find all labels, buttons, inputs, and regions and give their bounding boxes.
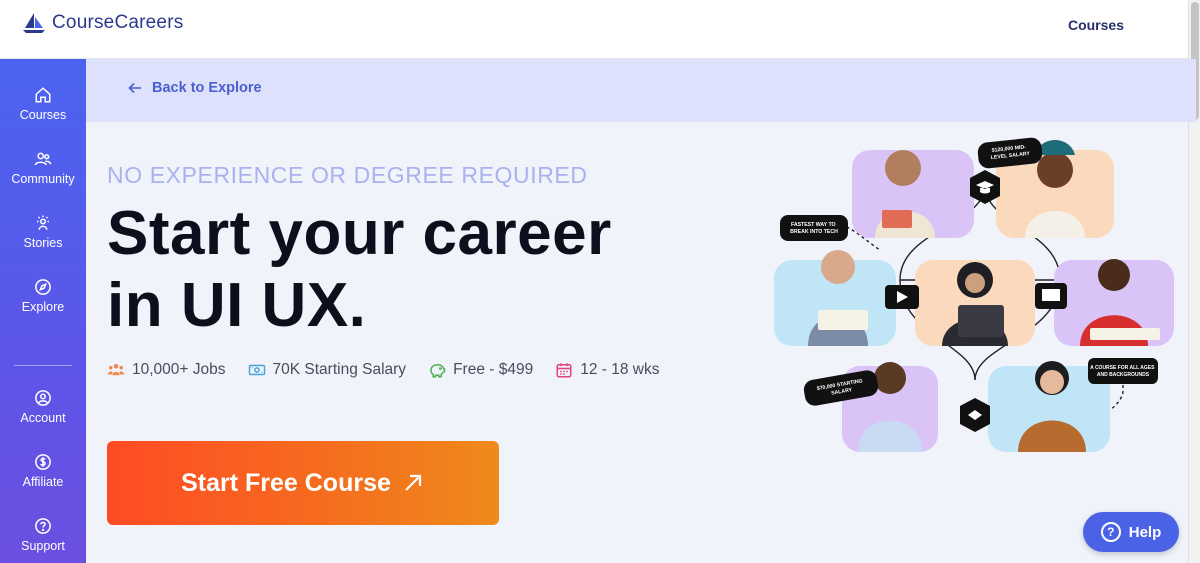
sidebar-item-label: Support	[21, 539, 65, 553]
dollar-icon	[35, 454, 51, 470]
monitor-badge-icon	[1035, 283, 1067, 309]
sidebar-divider	[14, 365, 72, 366]
help-question-icon: ?	[1100, 522, 1121, 542]
piggy-bank-icon	[430, 363, 446, 378]
sidebar-item-community[interactable]: Community	[0, 150, 86, 186]
sidebar-item-explore[interactable]: Explore	[0, 278, 86, 314]
arrow-up-right-icon	[405, 474, 421, 491]
sidebar-item-courses[interactable]: Courses	[0, 86, 86, 122]
graduation-cap-badge-icon	[970, 170, 1000, 204]
question-icon	[35, 518, 51, 534]
sidebar-item-label: Courses	[19, 108, 67, 122]
sidebar-item-label: Affiliate	[22, 475, 64, 489]
sidebar: Courses Community Stories Explore Accoun…	[0, 59, 86, 563]
logo-text: CourseCareers	[52, 12, 184, 33]
nav-courses-link[interactable]: Courses	[1068, 17, 1124, 33]
money-icon	[248, 364, 265, 376]
headline-line-1: Start your career	[107, 199, 612, 268]
compass-icon	[35, 279, 51, 295]
handshake-badge-icon	[960, 398, 990, 432]
hero-headline: Start your career in UI UX.	[107, 198, 627, 342]
sailboat-logo-icon	[23, 13, 45, 33]
portrait-card-5	[1054, 259, 1174, 346]
tag-fastest: FASTEST WAY TO BREAK INTO TECH	[780, 215, 848, 241]
portrait-card-3	[774, 250, 896, 346]
sidebar-item-label: Stories	[23, 236, 63, 250]
help-button[interactable]: ? Help	[1083, 512, 1179, 552]
people-icon	[107, 364, 125, 376]
stat-price: Free - $499	[428, 361, 533, 379]
community-icon	[34, 152, 52, 166]
back-bar: Back to Explore	[86, 59, 1196, 122]
stat-duration: 12 - 18 wks	[555, 361, 659, 379]
back-link-label: Back to Explore	[152, 80, 262, 96]
course-stats: 10,000+ Jobs 70K Starting Salary Free - …	[107, 361, 681, 379]
sidebar-item-stories[interactable]: Stories	[0, 214, 86, 250]
stat-salary: 70K Starting Salary	[248, 361, 407, 379]
calendar-icon	[556, 363, 572, 378]
arrow-left-icon	[128, 82, 141, 94]
top-navbar: CourseCareers Courses	[0, 0, 1200, 59]
stat-label: Free - $499	[453, 361, 534, 378]
cta-label: Start Free Course	[181, 468, 391, 497]
tag-all-ages: A COURSE FOR ALL AGES AND BACKGROUNDS	[1088, 358, 1158, 384]
hero-illustration: $120,000 MID- LEVEL SALARY FASTEST WAY T…	[774, 137, 1174, 452]
back-to-explore-link[interactable]: Back to Explore	[128, 80, 262, 96]
stories-icon	[37, 215, 49, 230]
headline-line-2: in UI UX.	[107, 271, 367, 340]
account-icon	[35, 390, 51, 406]
svg-text:A COURSE FOR ALL AGES AN: A COURSE FOR ALL AGES AND BACKGROUNDS	[1090, 365, 1156, 378]
svg-text:FASTEST WAY TO BREAK INT: FASTEST WAY TO BREAK INTO TECH	[790, 222, 838, 235]
portrait-card-1	[852, 150, 974, 238]
stat-label: 12 - 18 wks	[580, 361, 660, 378]
sidebar-item-label: Explore	[21, 300, 65, 314]
stat-label: 70K Starting Salary	[272, 361, 407, 378]
sidebar-item-affiliate[interactable]: Affiliate	[0, 453, 86, 489]
sidebar-item-label: Account	[20, 411, 66, 425]
help-label: Help	[1128, 523, 1162, 541]
sidebar-item-label: Community	[11, 172, 75, 186]
play-badge-icon	[885, 285, 919, 309]
home-icon	[35, 87, 51, 103]
sidebar-item-support[interactable]: Support	[0, 517, 86, 553]
stat-jobs: 10,000+ Jobs	[107, 361, 226, 379]
portrait-card-4	[915, 260, 1035, 346]
hero-kicker: NO EXPERIENCE OR DEGREE REQUIRED	[107, 162, 588, 188]
logo[interactable]: CourseCareers	[22, 12, 183, 34]
start-free-course-button[interactable]: Start Free Course	[107, 441, 499, 525]
stat-label: 10,000+ Jobs	[132, 361, 226, 378]
sidebar-item-account[interactable]: Account	[0, 389, 86, 425]
